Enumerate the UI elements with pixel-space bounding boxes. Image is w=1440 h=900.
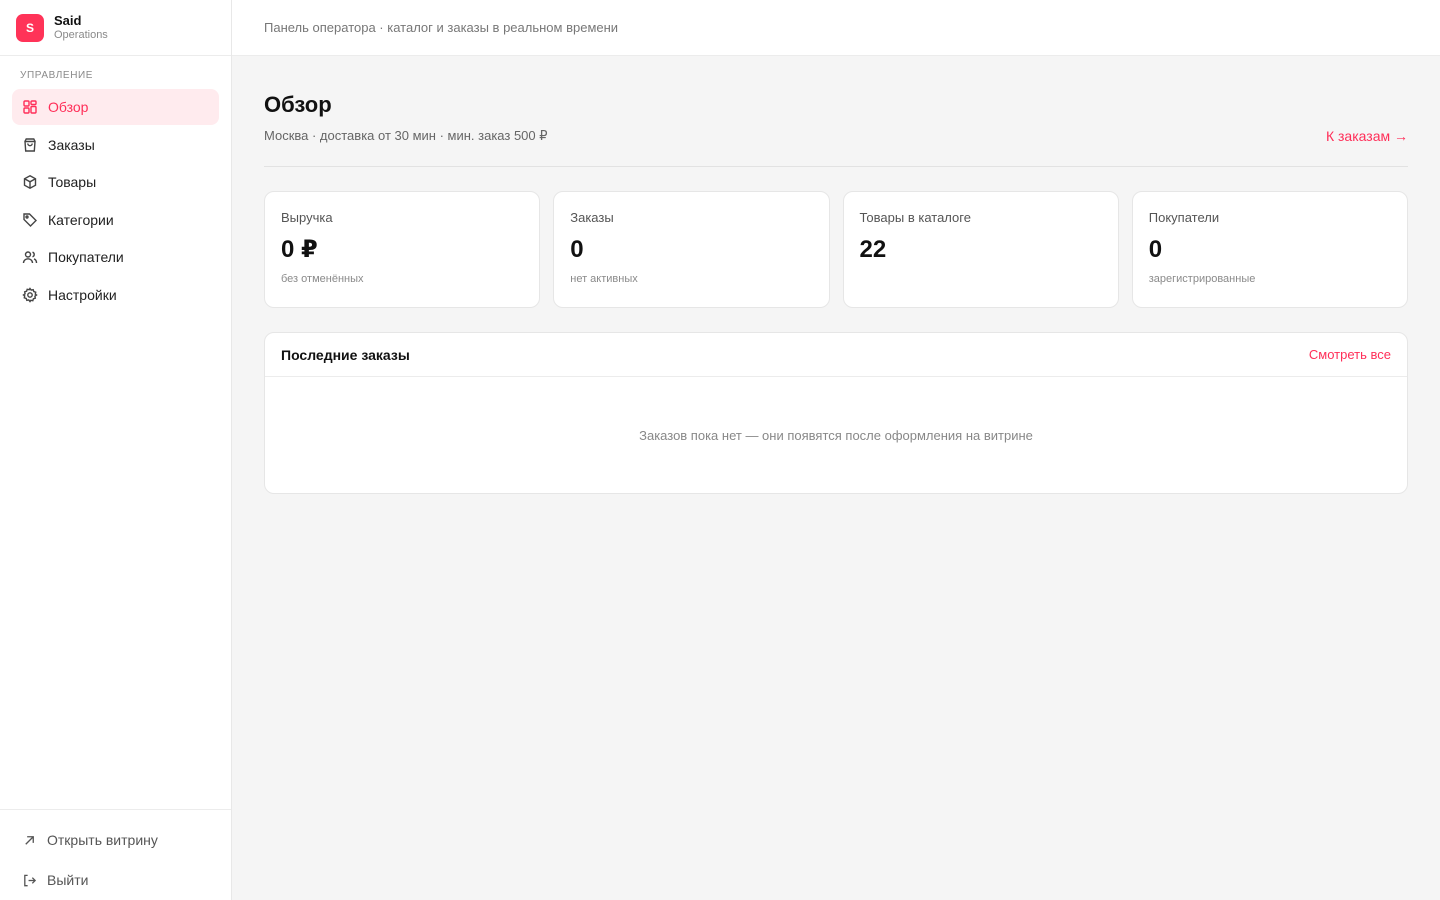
sidebar-item-settings[interactable]: Настройки xyxy=(12,277,219,313)
main-content: Обзор Москва · доставка от 30 мин · мин.… xyxy=(264,56,1408,494)
recent-orders-empty-state: Заказов пока нет — они появятся после оф… xyxy=(639,427,1033,443)
tag-icon xyxy=(23,212,37,227)
topbar: Панель оператора · каталог и заказы в ре… xyxy=(232,0,1440,56)
page-subtitle: Москва · доставка от 30 мин · мин. заказ… xyxy=(264,128,548,143)
package-icon xyxy=(23,175,37,189)
recent-orders-title: Последние заказы xyxy=(281,346,410,363)
brand[interactable]: S Said Operations xyxy=(0,0,231,56)
sidebar-item-label: Товары xyxy=(48,174,97,190)
stat-label: Выручка xyxy=(281,210,333,225)
sidebar-item-products[interactable]: Товары xyxy=(12,164,219,200)
open-storefront-label: Открыть витрину xyxy=(47,832,158,848)
sidebar-item-categories[interactable]: Категории xyxy=(12,202,219,238)
logout-button[interactable]: Выйти xyxy=(0,860,231,900)
sidebar-nav: Обзор Заказы Товары Категории Покупатели… xyxy=(0,89,231,313)
users-icon xyxy=(22,251,38,264)
sidebar: S Said Operations УПРАВЛЕНИЕ Обзор Заказ… xyxy=(0,0,232,900)
stats-row: Выручка 0 ₽ без отменённых Заказы 0 нет … xyxy=(264,191,1408,308)
logout-label: Выйти xyxy=(47,872,89,888)
stat-note: нет активных xyxy=(570,273,638,285)
stat-note: без отменённых xyxy=(281,273,364,285)
stat-card-orders: Заказы 0 нет активных xyxy=(553,191,830,308)
stat-card-products: Товары в каталоге 22 xyxy=(842,191,1119,308)
brand-logo: S xyxy=(16,13,44,42)
stat-value: 22 xyxy=(859,236,887,263)
brand-name: Said xyxy=(54,13,82,28)
logout-icon xyxy=(24,874,37,886)
topbar-caption: Панель оператора · каталог и заказы в ре… xyxy=(264,20,619,35)
arrow-up-right-icon xyxy=(25,835,34,845)
open-storefront-link[interactable]: Открыть витрину xyxy=(0,820,231,860)
sidebar-item-label: Заказы xyxy=(48,136,95,153)
stat-label: Заказы xyxy=(570,210,614,225)
stat-value: 0 ₽ xyxy=(281,236,318,263)
gear-icon xyxy=(22,286,38,303)
stat-value: 0 xyxy=(570,236,584,263)
sidebar-bottom: Открыть витрину Выйти xyxy=(0,809,231,900)
stat-label: Покупатели xyxy=(1148,210,1220,225)
sidebar-item-orders[interactable]: Заказы xyxy=(12,127,219,163)
sidebar-item-label: Категории xyxy=(48,211,114,228)
page-header: Обзор Москва · доставка от 30 мин · мин.… xyxy=(264,56,1408,167)
sidebar-item-label: Покупатели xyxy=(48,249,124,265)
stat-value: 0 xyxy=(1148,236,1163,263)
recent-orders-card: Последние заказы Смотреть все Заказов по… xyxy=(264,332,1408,494)
to-orders-link[interactable]: К заказам → xyxy=(1326,128,1408,144)
grid-icon xyxy=(23,100,37,114)
stat-card-revenue: Выручка 0 ₽ без отменённых xyxy=(264,191,541,308)
stat-card-customers: Покупатели 0 зарегистрированные xyxy=(1131,191,1408,308)
page-title: Обзор xyxy=(264,92,332,117)
sidebar-section-label: УПРАВЛЕНИЕ xyxy=(20,70,94,81)
sidebar-item-label: Настройки xyxy=(48,286,117,303)
see-all-link[interactable]: Смотреть все xyxy=(1309,347,1391,362)
recent-orders-header: Последние заказы Смотреть все xyxy=(265,333,1407,377)
stat-note: зарегистрированные xyxy=(1148,273,1256,285)
brand-text: Said Operations xyxy=(54,13,108,42)
brand-subtitle: Operations xyxy=(54,29,108,41)
sidebar-item-overview[interactable]: Обзор xyxy=(12,89,219,125)
sidebar-item-label: Обзор xyxy=(48,99,89,115)
shopping-bag-icon xyxy=(24,137,36,152)
sidebar-item-customers[interactable]: Покупатели xyxy=(12,239,219,275)
stat-label: Товары в каталоге xyxy=(859,210,971,225)
